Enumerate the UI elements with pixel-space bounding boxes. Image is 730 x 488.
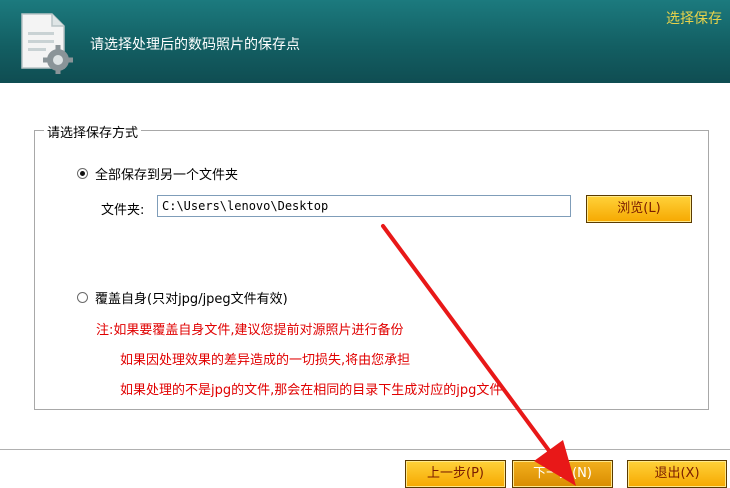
prev-step-button[interactable]: 上一步(P) [405, 460, 506, 488]
option-overwrite-label[interactable]: 覆盖自身(只对jpg/jpeg文件有效) [95, 288, 288, 307]
step-label: 选择保存 [666, 11, 722, 27]
browse-button[interactable]: 浏览(L) [586, 195, 692, 223]
option-save-to-folder-label[interactable]: 全部保存到另一个文件夹 [95, 164, 238, 183]
note-line-1: 注:如果要覆盖自身文件,建议您提前对源照片进行备份 [96, 323, 404, 338]
exit-button[interactable]: 退出(X) [627, 460, 727, 488]
document-gear-icon [21, 13, 73, 74]
folder-label: 文件夹: [101, 203, 145, 218]
save-method-legend: 请选择保存方式 [44, 122, 142, 141]
wizard-header: 请选择处理后的数码照片的保存点 选择保存 [0, 0, 730, 83]
folder-path-input[interactable] [157, 195, 571, 217]
note-line-3: 如果处理的不是jpg的文件,那会在相同的目录下生成对应的jpg文件 [120, 383, 503, 398]
radio-overwrite-self[interactable] [77, 292, 88, 303]
note-line-2: 如果因处理效果的差异造成的一切损失,将由您承担 [120, 353, 411, 368]
footer-divider [0, 449, 730, 450]
radio-save-to-folder[interactable] [77, 168, 88, 179]
header-title: 请选择处理后的数码照片的保存点 [90, 37, 300, 53]
next-step-button[interactable]: 下一步(N) [512, 460, 613, 488]
